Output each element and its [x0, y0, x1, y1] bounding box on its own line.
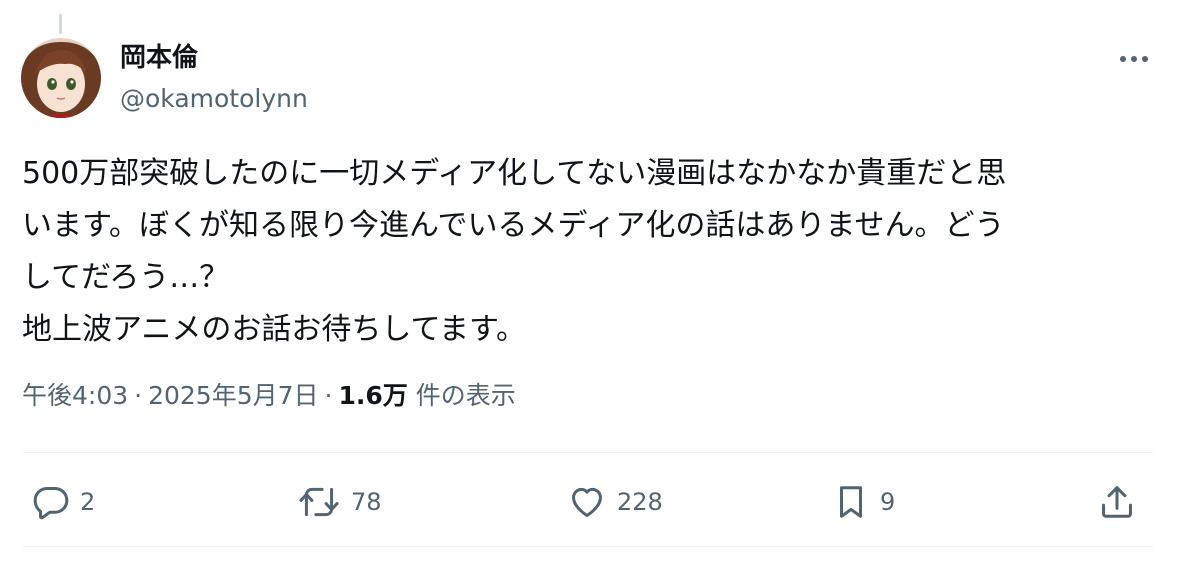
retweet-count: 78: [351, 488, 382, 516]
more-options-button[interactable]: [1112, 44, 1156, 74]
tweet-text-line: 地上波アニメのお話お待ちしてます。: [22, 312, 526, 347]
divider: [22, 452, 1154, 453]
thread-connector-line: [59, 14, 62, 34]
like-count: 228: [617, 488, 663, 516]
tweet-text-line: してだろう…？: [22, 260, 230, 295]
avatar-image: [21, 38, 101, 118]
bookmark-icon: [839, 486, 863, 518]
display-name[interactable]: 岡本倫: [120, 42, 198, 74]
meta-separator: ·: [324, 381, 333, 410]
bookmark-count: 9: [880, 488, 896, 516]
tweet-text-line: います。ぼくが知る限り今進んでいるメディア化の話はありません。どう: [22, 208, 1005, 243]
user-handle[interactable]: @okamotolynn: [120, 83, 308, 115]
retweet-button[interactable]: 78: [297, 478, 382, 526]
retweet-icon: [299, 487, 339, 517]
more-horizontal-icon: [1120, 56, 1148, 62]
like-button[interactable]: 228: [567, 478, 663, 526]
views-label: 件の表示: [415, 381, 516, 410]
reply-button[interactable]: 2: [32, 478, 95, 526]
reply-count: 2: [80, 488, 96, 516]
bookmark-button[interactable]: 9: [832, 478, 895, 526]
tweet-text: 500万部突破したのに一切メディア化してない漫画はなかなか貴重だと思 います。ぼ…: [22, 148, 1162, 356]
views-count[interactable]: 1.6万: [338, 381, 407, 410]
divider: [22, 546, 1154, 547]
share-icon: [1102, 486, 1132, 518]
tweet-text-line: 500万部突破したのに一切メディア化してない漫画はなかなか貴重だと思: [22, 156, 1007, 191]
heart-icon: [572, 487, 602, 517]
tweet-time[interactable]: 午後4:03: [22, 381, 128, 410]
share-button[interactable]: [1098, 478, 1136, 526]
action-bar: 2 78 228 9: [22, 478, 1154, 526]
meta-separator: ·: [134, 381, 143, 410]
tweet-meta: 午後4:03 · 2025年5月7日 · 1.6万 件の表示: [22, 378, 516, 414]
avatar[interactable]: [21, 38, 101, 118]
tweet-date[interactable]: 2025年5月7日: [148, 381, 318, 410]
reply-icon: [33, 487, 69, 520]
